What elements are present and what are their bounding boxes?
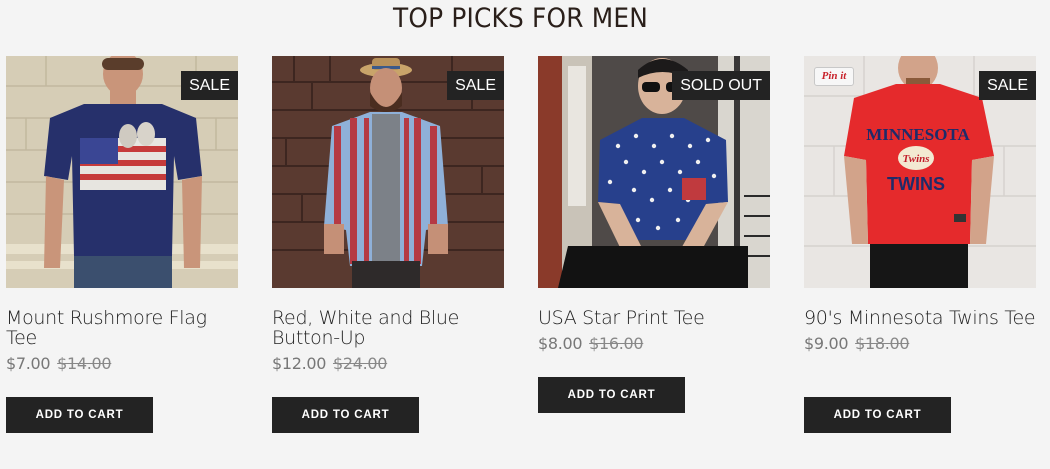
compare-price: $14.00 — [57, 354, 112, 373]
pinterest-pin-it-icon[interactable]: Pin it — [814, 67, 854, 86]
product-image-link[interactable]: SALE — [272, 56, 504, 288]
product-title[interactable]: Red, White and Blue Button-Up — [272, 308, 504, 348]
add-to-cart-button[interactable]: ADD TO CART — [6, 397, 153, 433]
product-image-link[interactable]: MINNESOTA Twins TWINS Pin it SALE — [804, 56, 1036, 288]
product-title[interactable]: USA Star Print Tee — [538, 308, 770, 328]
product-title[interactable]: Mount Rushmore Flag Tee — [6, 308, 238, 348]
price-row: $7.00 $14.00 — [6, 354, 238, 373]
product-image-link[interactable]: SALE — [6, 56, 238, 288]
current-price: $7.00 — [6, 354, 51, 373]
product-card-red-white-blue-button-up: SALE Red, White and Blue Button-Up $12.0… — [272, 56, 504, 433]
product-title[interactable]: 90's Minnesota Twins Tee — [804, 308, 1036, 328]
add-to-cart-button[interactable]: ADD TO CART — [804, 397, 951, 433]
svg-text:TWINS: TWINS — [887, 174, 945, 194]
product-image-link[interactable]: SOLD OUT — [538, 56, 770, 288]
svg-text:MINNESOTA: MINNESOTA — [866, 125, 970, 144]
compare-price: $16.00 — [589, 334, 644, 353]
add-to-cart-button[interactable]: ADD TO CART — [538, 377, 685, 413]
sale-badge: SALE — [979, 71, 1036, 100]
price-row: $12.00 $24.00 — [272, 354, 504, 373]
current-price: $12.00 — [272, 354, 327, 373]
price-row: $9.00 $18.00 — [804, 334, 1036, 353]
compare-price: $18.00 — [855, 334, 910, 353]
sold-out-badge: SOLD OUT — [672, 71, 770, 100]
current-price: $8.00 — [538, 334, 583, 353]
add-to-cart-button[interactable]: ADD TO CART — [272, 397, 419, 433]
product-card-mount-rushmore-flag-tee: SALE Mount Rushmore Flag Tee $7.00 $14.0… — [6, 56, 238, 433]
current-price: $9.00 — [804, 334, 849, 353]
product-card-usa-star-print-tee: SOLD OUT USA Star Print Tee $8.00 $16.00… — [538, 56, 770, 413]
sale-badge: SALE — [447, 71, 504, 100]
section-title: TOP PICKS FOR MEN — [392, 3, 649, 34]
compare-price: $24.00 — [332, 354, 388, 373]
product-card-minnesota-twins-tee: MINNESOTA Twins TWINS Pin it SALE 90's M… — [804, 56, 1036, 433]
svg-text:Twins: Twins — [902, 153, 929, 165]
sale-badge: SALE — [181, 71, 238, 100]
price-row: $8.00 $16.00 — [538, 334, 770, 353]
